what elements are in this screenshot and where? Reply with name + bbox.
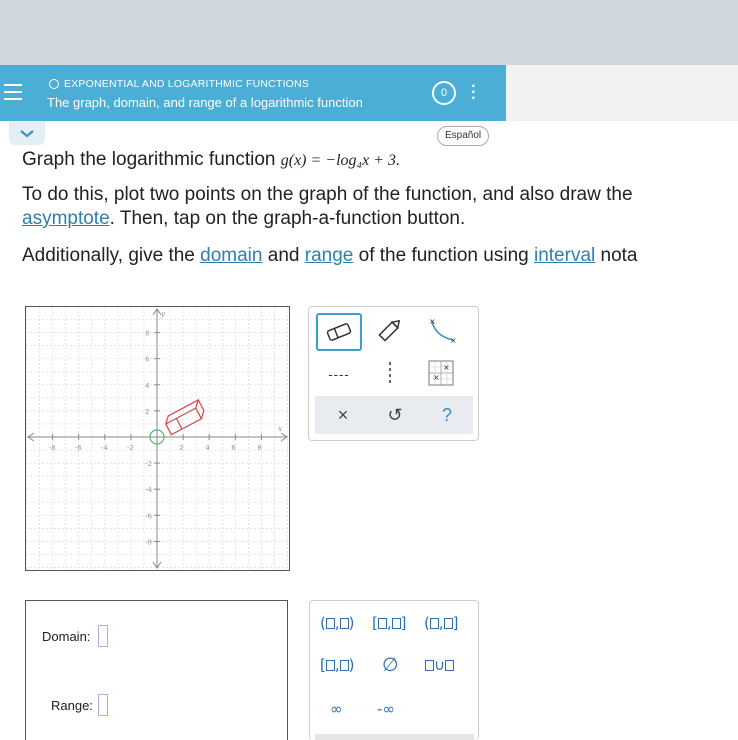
progress-badge[interactable]: 0 (432, 81, 456, 105)
help-button[interactable]: ? (435, 402, 459, 428)
x-tick-label: -2 (127, 444, 134, 452)
prompt-text-4b: and (262, 245, 305, 266)
domain-link[interactable]: domain (200, 245, 262, 266)
prompt-text-3: . Then, tap on the graph-a-function butt… (109, 208, 466, 229)
x-tick-label: -6 (75, 444, 83, 452)
prompt-text-4d: nota (595, 245, 638, 266)
pencil-icon (378, 319, 401, 342)
asymptote-link[interactable]: asymptote (22, 208, 110, 229)
prompt-line-2: To do this, plot two points on the graph… (22, 184, 633, 205)
top-bar (0, 0, 738, 65)
negative-infinity-button[interactable]: -∞ (377, 700, 395, 718)
header-bar: EXPONENTIAL AND LOGARITHMIC FUNCTIONS Th… (0, 65, 506, 121)
menu-icon[interactable] (4, 84, 22, 102)
header-right-area (506, 65, 738, 121)
collapse-toggle[interactable] (9, 121, 45, 145)
prompt-text-4a: Additionally, give the (22, 245, 201, 266)
y-tick-label: 2 (145, 408, 149, 416)
closed-open-interval-button[interactable]: [,) (320, 656, 355, 674)
graph-toolbox: × × ---- × × × ↺ ? (308, 306, 479, 441)
y-tick-label: 4 (145, 382, 150, 390)
x-tick-label: 2 (179, 444, 183, 452)
infinity-button[interactable]: ∞ (330, 700, 343, 718)
y-tick-label: 6 (145, 356, 150, 364)
y-tick-label: -8 (145, 538, 152, 546)
breadcrumb-text: EXPONENTIAL AND LOGARITHMIC FUNCTIONS (64, 78, 310, 90)
closed-closed-interval-button[interactable]: [,] (372, 614, 407, 632)
x-tick-label: 6 (231, 444, 236, 452)
answer-panel: Domain: Range: (25, 600, 288, 740)
coordinate-grid[interactable]: -8 -6 -4 -2 2 4 6 8 8 6 4 2 -2 -4 -6 -8 x y (26, 306, 289, 570)
range-label: Range: (51, 698, 93, 713)
range-input[interactable] (98, 694, 108, 716)
language-button[interactable]: Español (437, 126, 490, 146)
undo-button[interactable]: ↺ (383, 402, 407, 428)
curve-tool-icon: × × (429, 317, 457, 344)
y-tick-label: -2 (145, 460, 152, 468)
x-tick-label: -4 (101, 444, 109, 452)
y-tick-label: 8 (145, 330, 149, 338)
y-tick-label: -6 (145, 512, 153, 520)
function-expression: g(x) = −log₄x + 3. (280, 152, 401, 169)
svg-text:×: × (443, 363, 450, 372)
prompt-line-3: asymptote. Then, tap on the graph-a-func… (22, 208, 465, 230)
open-closed-interval-button[interactable]: (,] (424, 614, 459, 632)
x-axis-label: x (278, 425, 282, 433)
prompt-line-4: Additionally, give the domain and range … (22, 245, 638, 267)
x-tick-label: 8 (257, 444, 261, 452)
y-tick-label: -4 (145, 486, 153, 494)
eraser-tool-button[interactable] (316, 313, 362, 351)
svg-text:×: × (429, 317, 436, 326)
open-open-interval-button[interactable]: (,) (320, 614, 355, 632)
prompt-line-1: Graph the logarithmic function g(x) = −l… (22, 149, 400, 171)
topic-circle-icon (49, 79, 59, 89)
palette-bottom-bar (315, 734, 474, 740)
domain-input[interactable] (98, 625, 108, 647)
curve-tool-button[interactable]: × × (424, 315, 460, 345)
union-button[interactable]: ∪ (425, 656, 454, 674)
vertical-dashed-line-icon (389, 362, 391, 384)
graph-canvas[interactable]: -8 -6 -4 -2 2 4 6 8 8 6 4 2 -2 -4 -6 -8 x y (25, 306, 290, 571)
svg-text:×: × (450, 336, 457, 344)
toolbox-action-bar: × ↺ ? (315, 396, 473, 434)
vertical-asymptote-tool[interactable] (376, 359, 404, 387)
dashed-line-tool[interactable]: ---- (322, 362, 356, 386)
prompt-text-4c: of the function using (353, 245, 534, 266)
eraser-cursor-icon (164, 398, 205, 436)
page-title: The graph, domain, and range of a logari… (47, 95, 363, 110)
graph-a-function-icon: × × (428, 360, 454, 386)
x-tick-label: 4 (205, 444, 210, 452)
empty-set-button[interactable]: ∅ (382, 654, 399, 676)
interval-link[interactable]: interval (534, 245, 595, 266)
clear-button[interactable]: × (331, 402, 355, 428)
interval-palette: (,) [,] (,] [,) ∅ ∪ ∞ -∞ (309, 600, 479, 740)
svg-text:×: × (433, 373, 440, 382)
range-link[interactable]: range (305, 245, 354, 266)
domain-label: Domain: (42, 629, 91, 644)
x-tick-label: -8 (49, 444, 56, 452)
pencil-tool-button[interactable] (373, 315, 407, 345)
graph-a-function-button[interactable]: × × (425, 359, 457, 387)
y-axis-label: y (160, 310, 166, 318)
breadcrumb: EXPONENTIAL AND LOGARITHMIC FUNCTIONS (49, 78, 309, 90)
chevron-down-icon (20, 130, 34, 138)
eraser-icon (326, 323, 352, 341)
prompt-text-1: Graph the logarithmic function (22, 149, 281, 170)
more-options-icon[interactable]: · · · (471, 79, 476, 107)
